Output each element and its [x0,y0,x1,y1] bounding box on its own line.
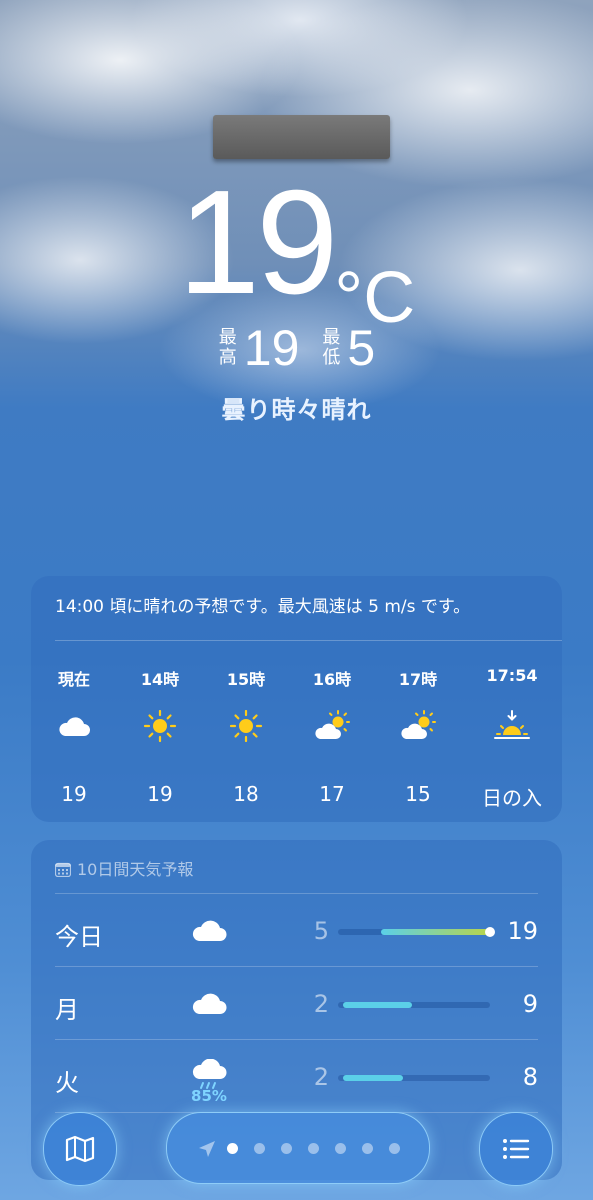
current-temperature: 19°C [0,168,593,339]
cloud-icon [59,717,90,736]
high-value: 19 [243,320,300,376]
list-icon [503,1139,530,1159]
hour-temp: 18 [233,782,259,806]
day-label: 今日 [55,923,103,951]
hour-temp: 15 [405,782,431,806]
daily-row[interactable]: 月 2 9 [31,968,562,1040]
page-dot[interactable] [254,1143,265,1154]
location-name-redacted [213,115,390,159]
cloud-icon [192,993,227,1014]
temp-range-fill [342,1075,404,1081]
divider [55,1039,538,1040]
low-temp: 2 [313,1063,329,1091]
hourly-summary: 14:00 頃に晴れの予想です。最大風速は 5 m/s です。 [55,597,471,617]
temp-range-bar [338,1002,490,1008]
divider [55,640,562,641]
high-temp: 19 [507,917,538,945]
sun-icon [229,710,263,742]
partly-cloudy-icon [315,710,350,739]
hour-time: 17時 [398,670,438,689]
low-temp: 5 [313,917,329,945]
temp-range-fill [380,929,490,935]
high-low: 最高 19 最低 5 [0,322,593,374]
low-label: 最低 [322,327,341,367]
hour-temp: 19 [147,782,173,806]
calendar-icon [55,862,71,877]
low-temp: 2 [313,990,329,1018]
temp-range-bar [338,927,495,937]
page-dot[interactable] [389,1143,400,1154]
ten-day-header: 10日間天気予報 [55,856,193,880]
location-pager[interactable] [166,1112,430,1184]
partly-cloudy-icon [401,710,436,739]
day-label: 月 [55,996,79,1024]
map-button[interactable] [43,1112,117,1186]
hour-time: 17:54 [486,666,538,685]
page-dot-active[interactable] [227,1143,238,1154]
cloud-icon [192,920,227,941]
current-temp-marker [485,927,495,937]
daily-row[interactable]: 今日 5 19 [31,895,562,967]
temp-range-bar [338,1075,490,1081]
high-temp: 8 [522,1063,538,1091]
day-label: 火 [55,1069,79,1097]
hour-time: 現在 [57,670,90,689]
high-label: 最高 [218,327,237,367]
condition-text: 曇り時々晴れ [221,396,372,424]
sun-icon [143,710,177,742]
hour-time: 16時 [312,670,352,689]
hour-temp: 19 [61,782,87,806]
sunset-icon [494,710,530,739]
page-dot[interactable] [335,1143,346,1154]
temperature-value: 19 [177,160,339,325]
high-temp: 9 [522,990,538,1018]
temp-range-fill [342,1002,413,1008]
hourly-forecast-card[interactable]: 14:00 頃に晴れの予想です。最大風速は 5 m/s です。 現在 19 14… [31,576,562,822]
page-dot[interactable] [308,1143,319,1154]
precipitation-chance: 85% [191,1087,227,1105]
divider [55,893,538,894]
daily-row[interactable]: 火 85% 2 8 [31,1041,562,1113]
hour-temp: 日の入 [482,786,542,810]
map-icon [65,1135,95,1163]
divider [55,966,538,967]
hour-time: 15時 [226,670,266,689]
location-arrow-icon [199,1141,215,1157]
page-dot[interactable] [362,1143,373,1154]
hour-temp: 17 [319,782,345,806]
page-dot[interactable] [281,1143,292,1154]
location-list-button[interactable] [479,1112,553,1186]
low-value: 5 [347,320,376,376]
ten-day-title: 10日間天気予報 [77,860,194,879]
hour-time: 14時 [140,670,180,689]
